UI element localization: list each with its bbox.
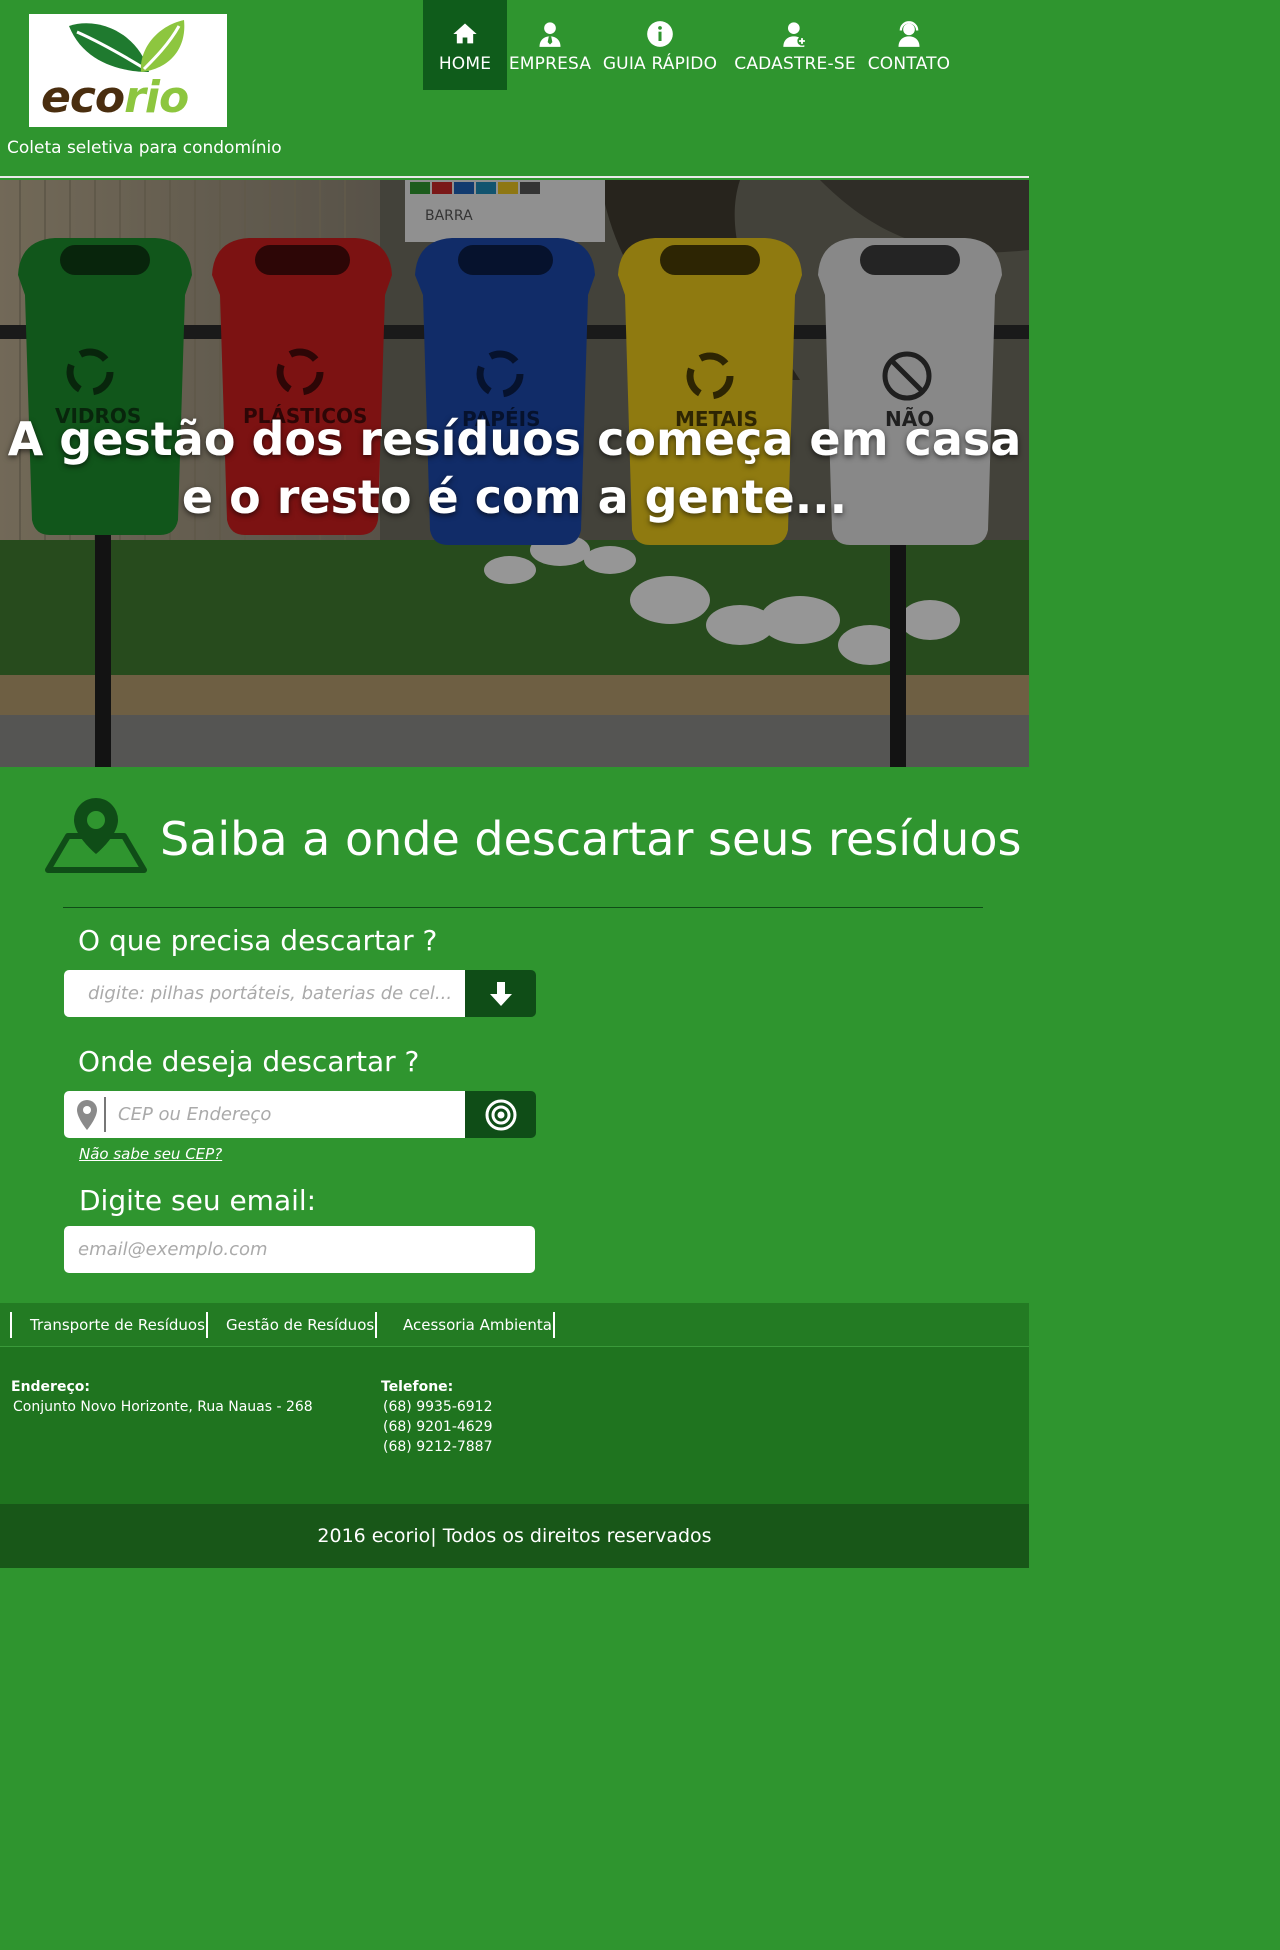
waste-search-input[interactable]: digite: pilhas portáteis, baterias de ce… [64,970,465,1017]
nav-cadastre-se-label: CADASTRE-SE [734,54,856,74]
address-text: Conjunto Novo Horizonte, Rua Nauas - 268 [13,1399,313,1415]
main-nav: HOME EMPRESA GUIA RÁPIDO CADASTRE-SE CON… [0,0,1029,100]
nav-empresa[interactable]: EMPRESA [509,0,591,90]
nav-contato[interactable]: CONTATO [864,0,954,90]
nav-guia-rapido[interactable]: GUIA RÁPIDO [602,0,718,90]
email-input[interactable]: email@exemplo.com [64,1226,535,1273]
user-add-icon [783,22,807,47]
map-pin-icon [45,798,147,873]
nav-home[interactable]: HOME [423,0,507,90]
copyright-bar: 2016 ecorio| Todos os direitos reservado… [0,1504,1029,1568]
copyright-text: 2016 ecorio| Todos os direitos reservado… [317,1525,712,1547]
info-icon [647,21,673,47]
hero-headline-line2: e o resto é com a gente... [181,470,848,524]
site-header: ecorio Coleta seletiva para condomínio H… [0,0,1029,178]
waste-label: O que precisa descartar ? [78,924,438,957]
cep-help-link[interactable]: Não sabe seu CEP? [79,1145,222,1163]
locate-me-button[interactable] [465,1091,536,1138]
waste-dropdown-button[interactable] [465,970,536,1017]
location-input[interactable]: CEP ou Endereço [64,1091,465,1138]
phone-title: Telefone: [381,1379,454,1395]
location-placeholder: CEP ou Endereço [118,1104,272,1125]
hero-headline: A gestão dos resíduos começa em casa e o… [0,410,1029,526]
nav-home-label: HOME [438,54,492,74]
arrow-down-icon [489,981,512,1006]
target-icon [485,1099,516,1130]
footer-link-transporte[interactable]: Transporte de Resíduos [10,1312,205,1338]
user-tie-icon [539,22,561,47]
phone-number: (68) 9212-7887 [383,1439,493,1455]
nav-contato-label: CONTATO [867,54,951,74]
nav-guia-rapido-label: GUIA RÁPIDO [602,54,718,74]
phone-number: (68) 9201-4629 [383,1419,493,1435]
footer-link-gestao[interactable]: Gestão de Resíduos [206,1312,374,1338]
phone-number: (68) 9935-6912 [383,1399,493,1415]
email-label: Digite seu email: [79,1184,317,1217]
nav-empresa-label: EMPRESA [508,54,592,74]
footer-links-bar: Transporte de Resíduos Gestão de Resíduo… [0,1303,1029,1347]
address-title: Endereço: [11,1379,90,1395]
phone-block: Telefone: (68) 9935-6912 (68) 9201-4629 … [381,1377,493,1457]
address-block: Endereço: Conjunto Novo Horizonte, Rua N… [11,1377,313,1417]
waste-search-placeholder: digite: pilhas portáteis, baterias de ce… [88,983,453,1004]
email-placeholder: email@exemplo.com [78,1239,268,1260]
location-label: Onde deseja descartar ? [78,1045,420,1078]
input-separator [104,1097,106,1132]
home-icon [453,23,477,44]
nav-cadastre-se[interactable]: CADASTRE-SE [734,0,856,90]
section-divider [63,907,983,908]
hero-banner: BARRA VIDROS PLÁSTICOS PAPÉIS METAIS NÃO… [0,180,1029,767]
footer-info: Endereço: Conjunto Novo Horizonte, Rua N… [0,1347,1029,1504]
footer-link-acessoria[interactable]: Acessoria Ambiental [375,1312,556,1338]
section-title: Saiba a onde descartar seus resíduos [160,812,1022,866]
hero-headline-line1: A gestão dos resíduos começa em casa [7,412,1022,466]
tagline: Coleta seletiva para condomínio [7,138,282,158]
headset-icon [898,21,920,47]
footer-links-divider [553,1312,555,1338]
